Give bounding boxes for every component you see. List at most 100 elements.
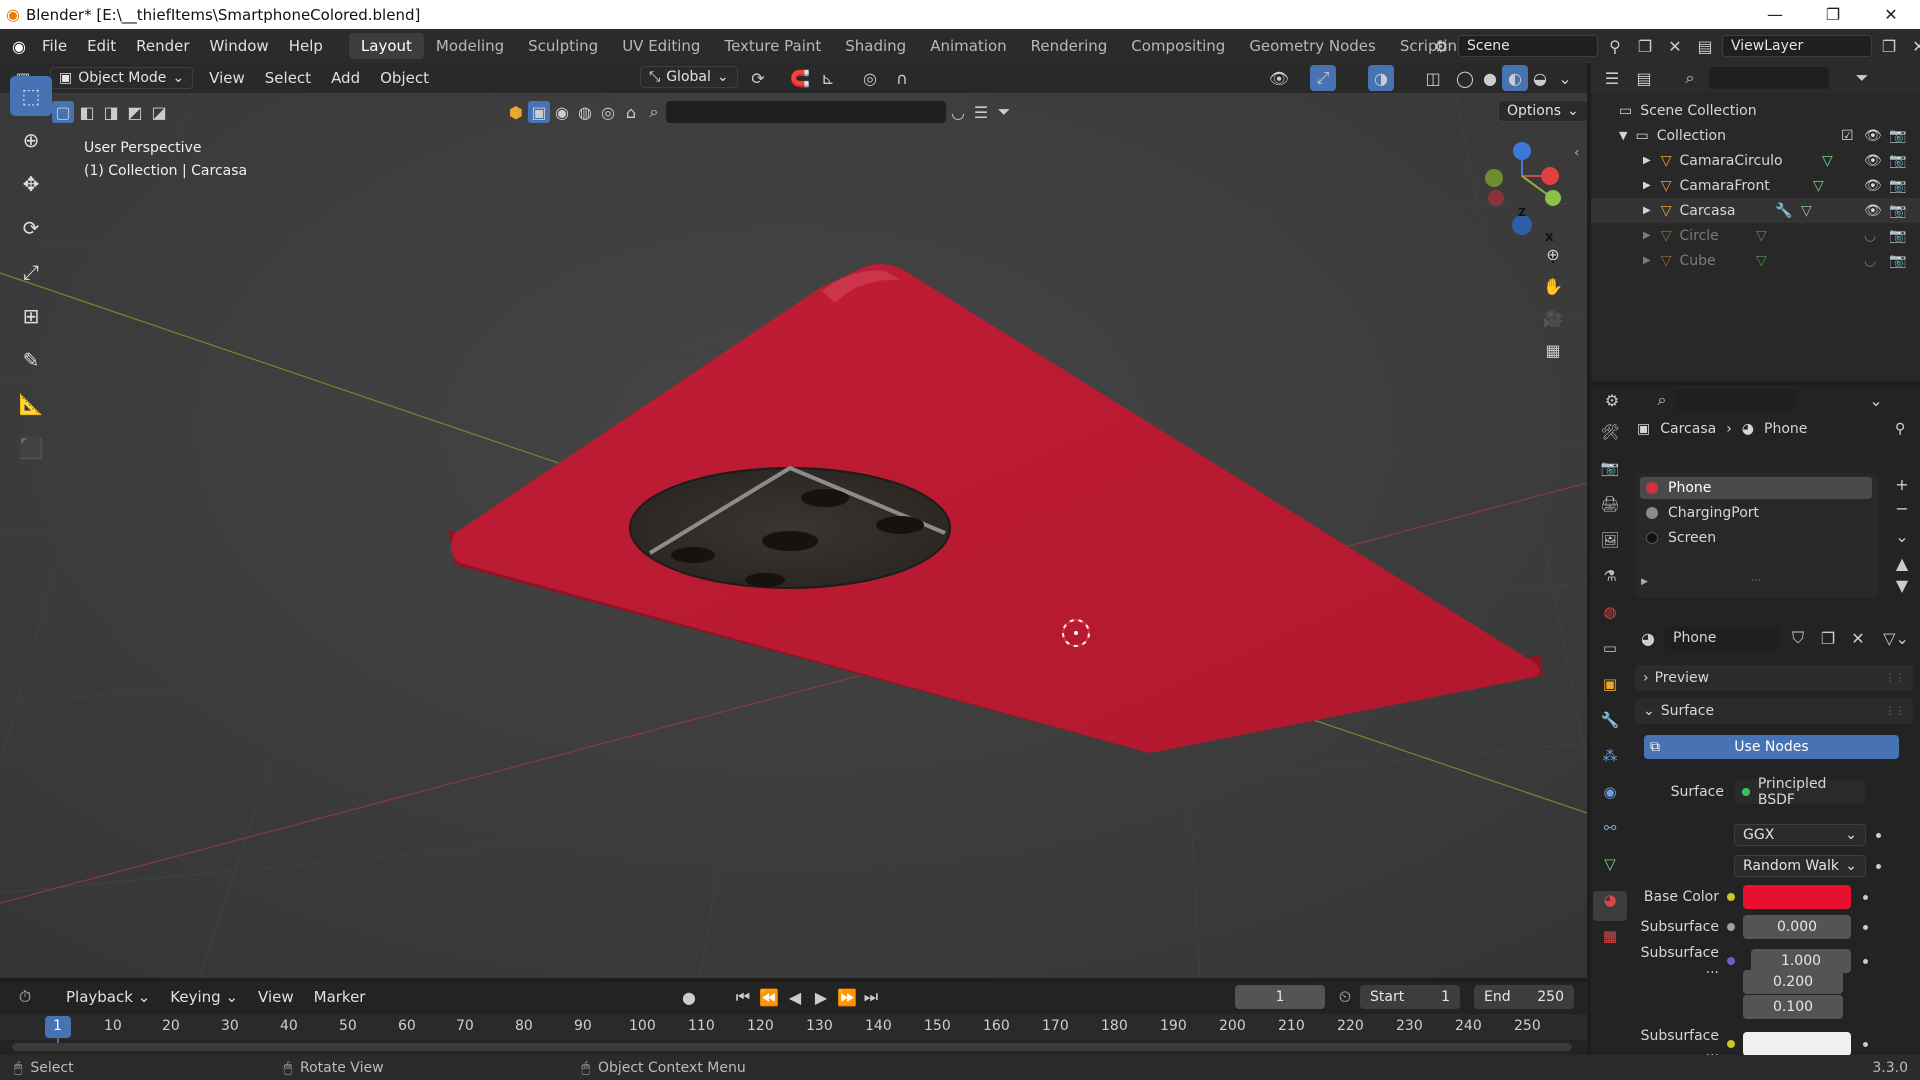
outliner-item-carcasa[interactable]: ▶ ▽ Carcasa 🔧 ▽ 👁 📷 <box>1591 198 1920 223</box>
camera-render-icon[interactable]: 📷 <box>1889 128 1906 144</box>
remove-viewlayer-icon[interactable]: ✕ <box>1906 33 1920 59</box>
material-slot-screen[interactable]: Screen <box>1640 527 1872 549</box>
cursor-tool[interactable]: ⊕ <box>10 120 52 160</box>
transform-orientation-dropdown[interactable]: ⤡ Global ⌄ <box>640 66 738 88</box>
object-type-icon[interactable]: ⬢ <box>505 101 527 123</box>
scale-tool[interactable]: ⤢ <box>10 252 52 292</box>
play-icon[interactable]: ▶ <box>808 984 834 1010</box>
duplicate-material-icon[interactable]: ❐ <box>1815 625 1841 651</box>
add-cube-tool[interactable]: ⬛ <box>10 428 52 468</box>
gizmo-neg-y-icon[interactable] <box>1485 169 1503 187</box>
add-slot-icon[interactable]: + <box>1889 473 1915 495</box>
keyframe-dot-icon[interactable] <box>1863 924 1868 930</box>
filter-funnel-icon[interactable]: ⏷ <box>993 101 1015 123</box>
outliner-search-icon[interactable]: ⌕ <box>1677 65 1703 91</box>
zoom-icon[interactable]: ⊕ <box>1540 241 1566 267</box>
outliner-filter-icon[interactable]: ⏷ <box>1849 65 1875 91</box>
remove-scene-icon[interactable]: ✕ <box>1662 33 1688 59</box>
shading-options-icon[interactable]: ⌄ <box>1552 65 1578 91</box>
end-frame-field[interactable]: End 250 <box>1474 985 1574 1009</box>
gizmo-neg-x-icon[interactable] <box>1488 190 1504 206</box>
tab-layout[interactable]: Layout <box>348 33 424 59</box>
keyframe-dot-icon[interactable] <box>1863 894 1868 900</box>
surface-shader-field[interactable]: Principled BSDF <box>1734 776 1866 808</box>
base-color-swatch[interactable] <box>1743 885 1851 909</box>
viewlayer-browse-icon[interactable]: ▤ <box>1692 33 1718 59</box>
pan-hand-icon[interactable]: ✋ <box>1540 273 1566 299</box>
tab-compositing[interactable]: Compositing <box>1119 33 1237 59</box>
perspective-toggle-icon[interactable]: ▦ <box>1540 337 1566 363</box>
search-icon[interactable]: ⌕ <box>643 101 665 123</box>
timeline-scrollbar[interactable] <box>12 1043 1572 1051</box>
subsurface-method-dropdown[interactable]: Random Walk ⌄ <box>1734 855 1866 877</box>
fake-user-shield-icon[interactable]: ⛉ <box>1785 625 1811 651</box>
menu-render[interactable]: Render <box>126 37 199 55</box>
expand-arrow-icon[interactable]: ▶ <box>1643 180 1651 191</box>
tab-collection-icon[interactable]: ▭ <box>1603 639 1617 669</box>
visibility-icon[interactable]: 👁 <box>1266 65 1292 91</box>
scene-collection-row[interactable]: ▭ Scene Collection <box>1591 98 1920 123</box>
viewport-menu-select[interactable]: Select <box>255 69 321 87</box>
filter-render-icon[interactable]: ◎ <box>597 101 619 123</box>
drag-handle-icon[interactable]: ⋮⋮ <box>1885 706 1905 717</box>
expand-arrow-icon[interactable]: ▶ <box>1643 255 1651 266</box>
eye-icon[interactable]: 👁 <box>1864 203 1882 219</box>
jump-start-icon[interactable]: ⏮ <box>730 984 756 1010</box>
select-subtract-icon[interactable]: ◨ <box>100 101 122 123</box>
timeline-menu-marker[interactable]: Marker <box>304 988 376 1006</box>
material-slot-phone[interactable]: Phone <box>1640 477 1872 499</box>
eye-icon[interactable]: 👁 <box>1864 153 1882 169</box>
subsurface-color-swatch[interactable] <box>1743 1032 1851 1056</box>
expand-arrow-icon[interactable]: ▼ <box>1619 129 1627 142</box>
drag-handle-icon[interactable]: ⋮⋮ <box>1885 673 1905 684</box>
subsurface-value-field[interactable]: 0.000 <box>1743 915 1851 939</box>
move-down-icon[interactable]: ▼ <box>1889 575 1915 595</box>
select-extend-icon[interactable]: ◧ <box>76 101 98 123</box>
select-new-icon[interactable]: ▢ <box>52 101 74 123</box>
jump-end-icon[interactable]: ⏭ <box>858 984 884 1010</box>
wireframe-shading-icon[interactable]: ◯ <box>1452 65 1478 91</box>
use-nodes-button[interactable]: ⧉ Use Nodes <box>1644 735 1899 759</box>
maximize-button[interactable]: ❐ <box>1804 0 1862 29</box>
material-shading-icon[interactable]: ◐ <box>1502 65 1528 91</box>
tab-constraints-icon[interactable]: ⚯ <box>1604 819 1617 849</box>
solid-shading-icon[interactable]: ● <box>1477 65 1503 91</box>
move-tool[interactable]: ✥ <box>10 164 52 204</box>
viewport-search-input[interactable] <box>666 101 946 123</box>
new-viewlayer-icon[interactable]: ❐ <box>1876 33 1902 59</box>
tab-uv-editing[interactable]: UV Editing <box>610 33 712 59</box>
sidebar-toggle-icon[interactable]: ‹ <box>1574 145 1580 161</box>
material-slot-chargingport[interactable]: ChargingPort <box>1640 502 1872 524</box>
properties-search-icon[interactable]: ⌕ <box>1649 387 1675 413</box>
expand-arrow-icon[interactable]: ▶ <box>1643 205 1651 216</box>
camera-render-icon[interactable]: 📷 <box>1889 153 1906 169</box>
filter-light-icon[interactable]: ⌂ <box>620 101 642 123</box>
tab-object-icon[interactable]: ▣ <box>1603 675 1617 705</box>
falloff-icon[interactable]: ∩ <box>889 65 915 91</box>
filter-solid-icon[interactable]: ◉ <box>551 101 573 123</box>
expand-arrow-icon[interactable]: ▶ <box>1643 155 1651 166</box>
tab-view-layer-icon[interactable]: 🖼 <box>1600 531 1619 561</box>
current-frame-field[interactable]: 1 <box>1235 985 1325 1009</box>
filter-list-icon[interactable]: ☰ <box>970 101 992 123</box>
outliner-item-camarafront[interactable]: ▶ ▽ CamaraFront ▽ 👁 📷 <box>1591 173 1920 198</box>
outliner-item-camaracirculo[interactable]: ▶ ▽ CamaraCirculo ▽ 👁 📷 <box>1591 148 1920 173</box>
material-slots-list[interactable]: Phone ChargingPort Screen ▶ ⋯ <box>1636 473 1879 598</box>
distribution-dropdown[interactable]: GGX ⌄ <box>1734 824 1866 846</box>
tab-scene-icon[interactable]: ⚗ <box>1603 567 1616 597</box>
browse-material-icon[interactable]: ◕ <box>1635 625 1661 651</box>
new-scene-icon[interactable]: ❐ <box>1632 33 1658 59</box>
pin-icon[interactable]: ⚲ <box>1602 33 1628 59</box>
tab-sculpting[interactable]: Sculpting <box>516 33 610 59</box>
eye-icon[interactable]: 👁 <box>1864 128 1882 144</box>
surface-panel-header[interactable]: ⌄ Surface ⋮⋮ <box>1635 698 1913 724</box>
tab-modeling[interactable]: Modeling <box>424 33 516 59</box>
tab-particles-icon[interactable]: ⁂ <box>1603 747 1618 777</box>
gizmo-x-icon[interactable] <box>1541 167 1559 185</box>
pivot-point-icon[interactable]: ⟳ <box>745 65 771 91</box>
viewport-menu-object[interactable]: Object <box>370 69 439 87</box>
keyframe-dot-icon[interactable] <box>1876 863 1881 869</box>
timeline-menu-view[interactable]: View <box>248 988 304 1006</box>
properties-search-input[interactable] <box>1675 389 1795 411</box>
menu-edit[interactable]: Edit <box>77 37 126 55</box>
